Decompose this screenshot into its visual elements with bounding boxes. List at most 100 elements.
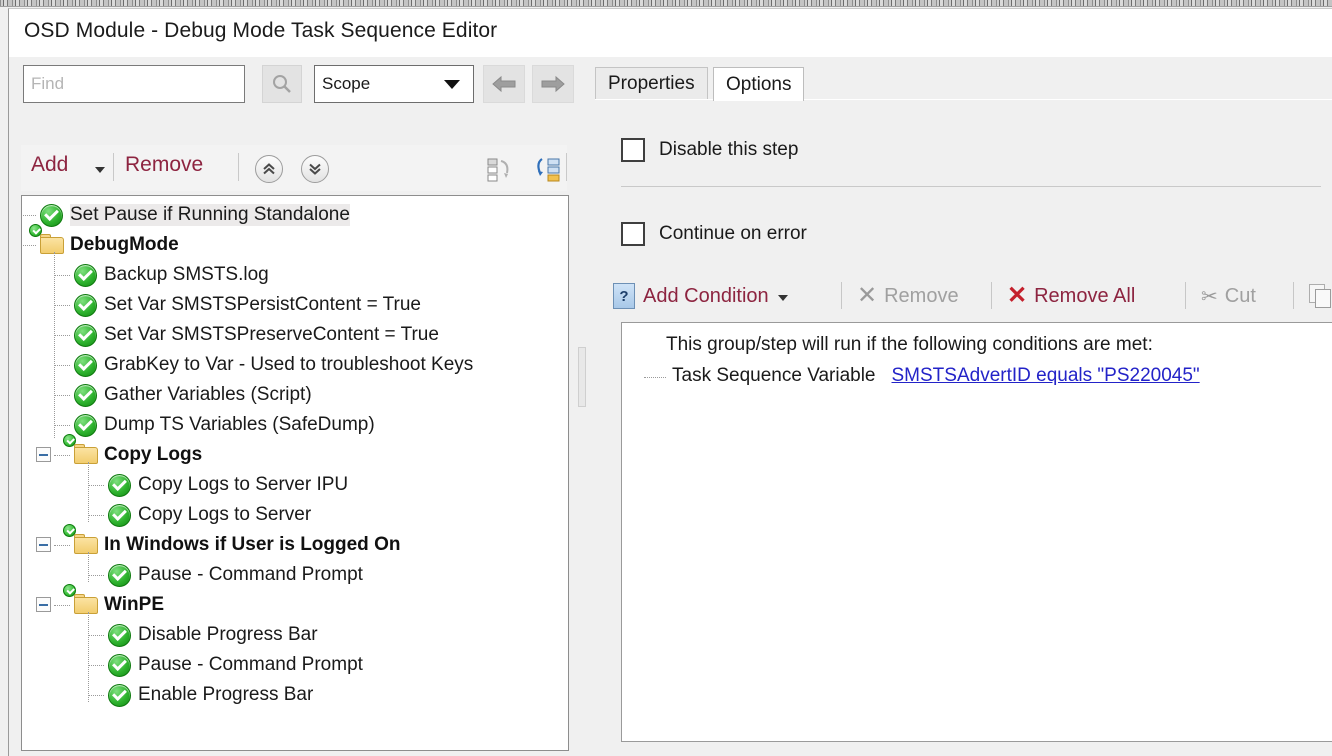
find-row: Scope [9, 57, 579, 107]
remove-condition-button[interactable]: ✕ Remove [857, 275, 959, 317]
folder-check-icon [40, 234, 63, 257]
tree-connector [88, 575, 104, 576]
tab-options-label: Options [726, 74, 791, 96]
add-condition-button[interactable]: ? Add Condition [613, 275, 788, 317]
green-check-icon [74, 264, 97, 287]
tree-step[interactable]: GrabKey to Var - Used to troubleshoot Ke… [22, 350, 568, 380]
x-red-icon: ✕ [1007, 284, 1027, 308]
scope-dropdown[interactable]: Scope [314, 65, 474, 103]
condition-toolbar: ? Add Condition ✕ Remove ✕ Remove All [613, 275, 1332, 317]
tree-step[interactable]: Set Pause if Running Standalone [22, 200, 568, 230]
tree-step[interactable]: Disable Progress Bar [22, 620, 568, 650]
continue-on-error-checkbox[interactable] [621, 222, 645, 246]
task-sequence-tree[interactable]: Set Pause if Running Standalone DebugMode… [21, 195, 569, 751]
tree-step[interactable]: Pause - Command Prompt [22, 650, 568, 680]
green-check-icon [108, 474, 131, 497]
tree-item-label: In Windows if User is Logged On [104, 534, 400, 556]
move-up-button[interactable] [255, 155, 283, 183]
tab-properties[interactable]: Properties [595, 67, 708, 99]
navigate-forward-button[interactable] [532, 65, 574, 103]
tree-group[interactable]: WinPE [22, 590, 568, 620]
tree-step[interactable]: Set Var SMSTSPreserveContent = True [22, 320, 568, 350]
tree-connector [54, 275, 70, 276]
cut-label: Cut [1225, 285, 1256, 308]
tab-properties-label: Properties [608, 73, 695, 95]
x-gray-icon: ✕ [857, 284, 877, 308]
add-dropdown-caret-icon[interactable] [95, 167, 105, 173]
tree-step[interactable]: Copy Logs to Server IPU [22, 470, 568, 500]
continue-on-error-row[interactable]: Continue on error [621, 222, 807, 246]
tree-collapse-toggle[interactable] [36, 537, 51, 552]
tree-group[interactable]: Copy Logs [22, 440, 568, 470]
green-check-icon [108, 624, 131, 647]
remove-button[interactable]: Remove [125, 153, 203, 177]
tree-step[interactable]: Set Var SMSTSPersistContent = True [22, 290, 568, 320]
tree-connector [21, 215, 36, 216]
add-button[interactable]: Add [31, 153, 68, 177]
green-check-icon [108, 504, 131, 527]
green-check-icon [108, 654, 131, 677]
tab-options[interactable]: Options [713, 67, 804, 101]
disable-step-checkbox[interactable] [621, 138, 645, 162]
cut-condition-button[interactable]: ✂ Cut [1201, 275, 1256, 317]
disable-step-label: Disable this step [659, 139, 798, 161]
toolbar-divider [238, 153, 239, 181]
toolbar-divider [113, 153, 114, 181]
magnifier-icon [271, 73, 293, 95]
tree-item-label: Disable Progress Bar [138, 624, 318, 646]
remove-all-conditions-button[interactable]: ✕ Remove All [1007, 275, 1135, 317]
condition-expression[interactable]: SMSTSAdvertID equals "PS220045" [892, 365, 1200, 387]
folder-check-icon [74, 444, 97, 467]
expand-all-button[interactable] [535, 157, 563, 183]
tree-item-label: GrabKey to Var - Used to troubleshoot Ke… [104, 354, 473, 376]
left-pane: Scope Add Remove [9, 57, 579, 756]
tree-connector [88, 515, 104, 516]
conditions-header: This group/step will run if the followin… [666, 334, 1153, 356]
tree-connector [88, 552, 89, 582]
condition-row[interactable]: Task Sequence Variable SMSTSAdvertID equ… [644, 365, 1200, 387]
green-check-icon [74, 354, 97, 377]
add-condition-caret-icon[interactable] [778, 295, 788, 301]
scissors-icon: ✂ [1201, 284, 1218, 309]
move-down-button[interactable] [301, 155, 329, 183]
tree-step[interactable]: Backup SMSTS.log [22, 260, 568, 290]
tree-collapse-toggle[interactable] [36, 597, 51, 612]
copy-condition-button[interactable] [1309, 275, 1332, 317]
chevron-double-up-icon [261, 161, 277, 177]
condition-kind: Task Sequence Variable [672, 365, 876, 387]
screen: OSD Module - Debug Mode Task Sequence Ed… [0, 0, 1332, 756]
cut-off-window-strip [0, 0, 1332, 7]
tree-group[interactable]: In Windows if User is Logged On [22, 530, 568, 560]
pane-splitter[interactable] [575, 57, 591, 756]
tree-item-label: Enable Progress Bar [138, 684, 313, 706]
scope-selected-value: Scope [322, 74, 370, 94]
tree-step[interactable]: Pause - Command Prompt [22, 560, 568, 590]
folder-check-icon [74, 534, 97, 557]
tree-step[interactable]: Dump TS Variables (SafeDump) [22, 410, 568, 440]
splitter-grip[interactable] [578, 347, 586, 407]
tree-connector [21, 245, 36, 246]
navigate-back-button[interactable] [483, 65, 525, 103]
tree-group[interactable]: DebugMode [22, 230, 568, 260]
copy-icon [1309, 284, 1332, 308]
tree-item-label: Copy Logs to Server IPU [138, 474, 348, 496]
search-input[interactable] [23, 65, 245, 103]
question-document-icon: ? [613, 283, 635, 309]
green-check-icon [74, 324, 97, 347]
toolbar-divider [566, 153, 567, 181]
tree-collapse-toggle[interactable] [36, 447, 51, 462]
continue-on-error-label: Continue on error [659, 223, 807, 245]
tree-connector [54, 545, 70, 546]
toolbar-divider [1185, 282, 1186, 309]
search-button[interactable] [262, 65, 302, 103]
tree-step[interactable]: Gather Variables (Script) [22, 380, 568, 410]
collapse-all-button[interactable] [487, 157, 515, 183]
tree-item-label: Set Pause if Running Standalone [70, 204, 350, 226]
disable-step-row[interactable]: Disable this step [621, 138, 798, 162]
tree-connector [644, 377, 666, 378]
tree-connector [88, 612, 89, 702]
tree-step[interactable]: Enable Progress Bar [22, 680, 568, 710]
tree-step[interactable]: Copy Logs to Server [22, 500, 568, 530]
conditions-list[interactable]: This group/step will run if the followin… [621, 322, 1332, 742]
green-check-icon [108, 564, 131, 587]
